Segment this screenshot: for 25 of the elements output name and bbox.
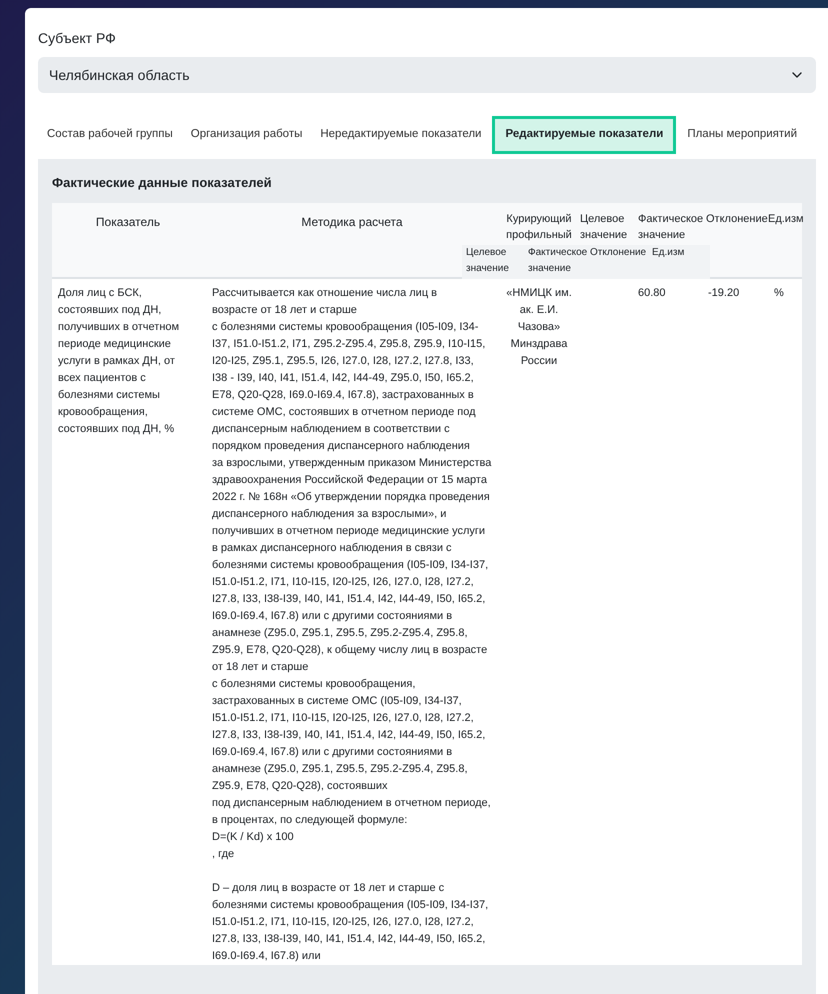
table-cell-text: Доля лиц с БСК, состоявших под ДН, получивших в отчетном периоде медицинские услуги в рамках ДН, от всех пациентов с болезнями системы кровообращения, состоявших под ДН, % (57, 286, 180, 436)
panel-title: Фактические данные показателей (52, 174, 273, 192)
table-cell-text: 60.80 (637, 286, 667, 300)
tab[interactable]: Планы мероприятий (678, 116, 806, 154)
tab[interactable]: Состав рабочей группы (38, 116, 182, 154)
column-header: Фактическое значение (527, 246, 586, 276)
column-header: Курирующий профильный (505, 212, 573, 242)
tab[interactable]: Нередактируемые показатели (311, 116, 490, 154)
table-cell-text: -19.20 (707, 286, 740, 300)
table-cell-text: % (773, 286, 785, 300)
column-header: Отклонение (589, 246, 648, 260)
column-header: Ед.изм (651, 246, 686, 260)
field-label: Субъект РФ (38, 29, 117, 48)
table-cell-text: «НМИЦК им. ак. Е.И. Чазова» Минздрава России (505, 286, 573, 368)
column-header: Отклонение (705, 212, 766, 226)
tab[interactable]: Организация работы (182, 116, 312, 154)
column-header: Показатель (94, 214, 162, 230)
column-header: Ед.изм (768, 212, 805, 226)
column-header: Целевое значение (579, 212, 628, 242)
tab[interactable]: Редактируемые показатели (492, 116, 676, 154)
column-header: Фактическое значение (637, 212, 704, 242)
table-cell-text: Рассчитывается как отношение числа лиц в возрасте от 18 лет и старше с болезнями системы кровообращения (I05-I09, I34-I37, I51.0-I51.2, I71, Z95.2-Z95.4, Z95.8, Z95.9, I10-I15, I20-I25, Z95.1, Z95.5, I26, I27.0, I28, I27.2, I27.8, I33, I38 - I39, I40, I41, I51.4, I42, I44-49, Z95.0, I50, I65.2, E78, Q20-Q28, I69.0-I69.4, I67.8), застрахованных в системе ОМС, состоявших в отчетном периоде под диспансерным наблюдением в соответствии с порядком проведения диспансерного наблюдения за взрослыми, утвержденным приказом Министерства здравоохранения Российской Федерации от 15 марта 2022 г. № 168н «Об утверждении порядка проведения диспансерного наблюдения за взрослыми», и получивших в отчетном периоде медицинские услуги в рамках диспансерного наблюдения в связи с болезнями системы кровообращения (I05-I09, I34-I37, I51.0-I51.2, I71, I10-I15, I20-I25, I26, I27.0, I28, I27.2, I27.8, I33, I38-I39, I40, I41, I51.4, I42, I44-49, I50, I65.2, I69.0-I69.4, I67.8) или с другими состояниями в анамнезе (Z95.0, Z95.1, Z95.5, Z95.2-Z95.4, Z95.8, Z95.9, E78, Q20-Q28), к общему числу лиц в возрасте от 18 лет и старше с болезнями системы кровообращения, застрахованных в системе ОМС (I05-I09, I34-I37, I51.0-I51.2, I71, I10-I15, I20-I25, I26, I27.0, I28, I27.2, I27.8, I33, I38-I39, I40, I41, I51.4, I42, I44-49, I50, I65.2, I69.0-I69.4, I67.8) или с другими состояниями в анамнезе (Z95.0, Z95.1, Z95.5, Z95.2-Z95.4, Z95.8, Z95.9, E78, Q20-Q28), состоявших под диспансерным наблюдением в отчетном периоде, в процентах, по следующей формуле: D=(K / Kd) x 100 , где D – доля лиц в возрасте от 18 лет и старше с болезнями системы кровообращения (I05-I09, I34-I37, I51.0-I51.2, I71, I10-I15, I20-I25, I26, I27.0, I28, I27.2, I27.8, I33, I38-I39, I40, I41, I51.4, I42, I44-49, I50, I65.2, I69.0-I69.4, I67.8) или (211, 286, 492, 964)
column-header: Методика расчета (300, 214, 404, 230)
column-header: Целевое значение (465, 246, 510, 276)
region-select[interactable]: Челябинская область (38, 57, 816, 93)
